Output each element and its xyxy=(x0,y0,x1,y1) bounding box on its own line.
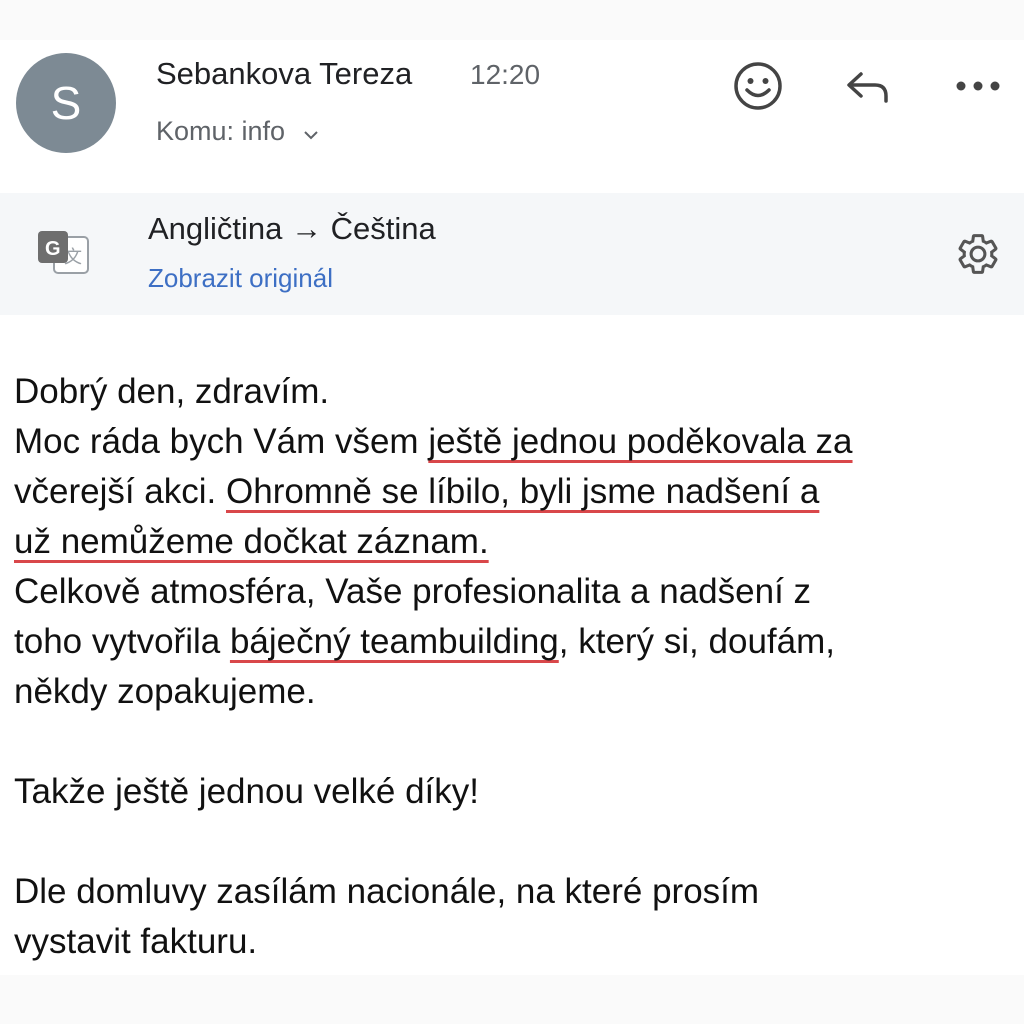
body-line: vystavit fakturu. xyxy=(14,917,1010,967)
email-header: S Sebankova Tereza 12:20 Komu: info xyxy=(0,40,1024,190)
text-segment: vystavit fakturu. xyxy=(14,922,258,961)
body-line: už nemůžeme dočkat záznam. xyxy=(14,517,1010,567)
text-segment: včerejší akci. xyxy=(14,472,226,511)
body-line: Moc ráda bych Vám všem ještě jednou podě… xyxy=(14,417,1010,467)
body-line: Dobrý den, zdravím. xyxy=(14,367,1010,417)
translation-languages: Angličtina → Čeština xyxy=(148,211,436,246)
underlined-phrase: Ohromně se líbilo, byli jsme nadšení a xyxy=(226,472,820,511)
reply-arrow-icon[interactable] xyxy=(838,56,898,116)
sent-time: 12:20 xyxy=(470,59,541,90)
body-line: někdy zopakujeme. xyxy=(14,667,1010,717)
translation-bar: 文 G Angličtina → Čeština Zobrazit origin… xyxy=(0,193,1024,315)
text-segment: Dle domluvy zasílám nacionále, na které … xyxy=(14,872,760,911)
underlined-phrase: už nemůžeme dočkat záznam. xyxy=(14,522,489,561)
more-dots-icon[interactable] xyxy=(948,56,1008,116)
text-segment: Celkově atmosféra, Vaše profesionalita a… xyxy=(14,572,812,611)
chevron-down-icon xyxy=(303,117,319,148)
smiley-icon[interactable] xyxy=(728,56,788,116)
avatar[interactable]: S xyxy=(16,53,116,153)
text-segment: Takže ještě jednou velké díky! xyxy=(14,772,479,811)
body-line: Celkově atmosféra, Vaše profesionalita a… xyxy=(14,567,1010,617)
body-line: Dle domluvy zasílám nacionále, na které … xyxy=(14,867,1010,917)
text-segment: Moc ráda bych Vám všem xyxy=(14,422,429,461)
body-line: Takže ještě jednou velké díky! xyxy=(14,767,1010,817)
email-body: Dobrý den, zdravím. Moc ráda bych Vám vš… xyxy=(14,367,1010,967)
body-line: včerejší akci. Ohromně se líbilo, byli j… xyxy=(14,467,1010,517)
text-segment: někdy zopakujeme. xyxy=(14,672,316,711)
underlined-phrase: báječný teambuilding xyxy=(229,622,559,661)
top-strip xyxy=(0,0,1024,40)
text-segment: Dobrý den, zdravím. xyxy=(14,372,330,411)
recipient-toggle[interactable]: Komu: info xyxy=(156,116,319,148)
body-line: toho vytvořila báječný teambuilding, kte… xyxy=(14,617,1010,667)
recipient-label: Komu: info xyxy=(156,116,286,146)
show-original-link[interactable]: Zobrazit originál xyxy=(148,263,333,294)
svg-text:G: G xyxy=(45,238,61,260)
translate-icon: 文 G xyxy=(36,229,92,279)
sender-name[interactable]: Sebankova Tereza xyxy=(156,56,412,92)
text-segment: , který si, doufám, xyxy=(558,622,835,661)
email-view: S Sebankova Tereza 12:20 Komu: info 文 G … xyxy=(0,0,1024,1024)
bottom-strip xyxy=(0,975,1024,1024)
underlined-phrase: ještě jednou poděkovala za xyxy=(428,422,853,461)
gear-icon[interactable] xyxy=(950,226,1006,282)
text-segment: toho vytvořila xyxy=(14,622,230,661)
